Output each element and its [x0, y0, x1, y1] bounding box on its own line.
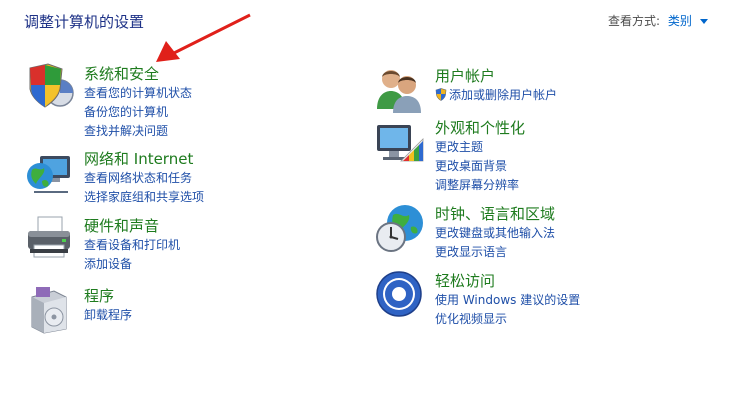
link-change-desktop-background[interactable]: 更改桌面背景: [435, 157, 519, 176]
red-annotation-arrow-icon: [156, 13, 251, 62]
shield-computer-icon: [29, 63, 74, 108]
category-hardware-sound: 硬件和声音 查看设备和打印机 添加设备: [24, 215, 324, 275]
users-icon: [377, 70, 421, 113]
category-appearance-personalization: 外观和个性化 更改主题 更改桌面背景 调整屏幕分辨率: [375, 117, 695, 193]
link-change-theme[interactable]: 更改主题: [435, 138, 519, 157]
view-by-label: 查看方式:: [608, 14, 661, 28]
link-add-device[interactable]: 添加设备: [84, 255, 180, 274]
link-optimize-video-display[interactable]: 优化视频显示: [435, 310, 580, 329]
link-add-remove-accounts[interactable]: 添加或删除用户帐户: [435, 86, 557, 105]
link-add-remove-accounts-label: 添加或删除用户帐户: [449, 88, 558, 102]
link-change-keyboard[interactable]: 更改键盘或其他输入法: [435, 224, 555, 243]
view-by-control: 查看方式: 类别: [608, 12, 708, 29]
category-title-appearance[interactable]: 外观和个性化: [435, 117, 525, 138]
category-links: 更改主题 更改桌面背景 调整屏幕分辨率: [435, 138, 519, 195]
category-links: 查看设备和打印机 添加设备: [84, 236, 180, 274]
category-programs: 程序 卸载程序: [24, 285, 324, 335]
category-clock-language-region: 时钟、语言和区域 更改键盘或其他输入法 更改显示语言: [375, 203, 695, 263]
programs-box-icon: [31, 287, 67, 334]
chevron-down-icon[interactable]: [699, 19, 708, 24]
page-title: 调整计算机的设置: [24, 13, 145, 31]
category-links: 使用 Windows 建议的设置 优化视频显示: [435, 291, 580, 329]
link-view-computer-status[interactable]: 查看您的计算机状态: [84, 84, 192, 103]
category-links: 查看您的计算机状态 备份您的计算机 查找并解决问题: [84, 84, 192, 141]
category-ease-of-access: 轻松访问 使用 Windows 建议的设置 优化视频显示: [375, 270, 695, 330]
link-uninstall-program[interactable]: 卸载程序: [84, 306, 132, 325]
category-system-security: 系统和安全 查看您的计算机状态 备份您的计算机 查找并解决问题: [24, 63, 324, 139]
category-title-network-internet[interactable]: 网络和 Internet: [84, 148, 193, 169]
category-title-user-accounts[interactable]: 用户帐户: [435, 65, 495, 86]
link-devices-printers[interactable]: 查看设备和打印机: [84, 236, 180, 255]
network-globe-icon: [27, 156, 70, 193]
link-change-display-language[interactable]: 更改显示语言: [435, 243, 555, 262]
category-title-programs[interactable]: 程序: [84, 285, 114, 306]
view-by-dropdown[interactable]: 类别: [668, 14, 692, 28]
monitor-palette-icon: [377, 125, 424, 162]
category-user-accounts: 用户帐户 添加或删除用户帐户: [375, 65, 695, 115]
category-links: 卸载程序: [84, 306, 132, 325]
clock-globe-icon: [376, 205, 423, 252]
category-title-ease-of-access[interactable]: 轻松访问: [435, 270, 495, 291]
link-troubleshoot[interactable]: 查找并解决问题: [84, 122, 192, 141]
link-backup-computer[interactable]: 备份您的计算机: [84, 103, 192, 122]
link-view-network-status[interactable]: 查看网络状态和任务: [84, 169, 204, 188]
category-title-clock-language[interactable]: 时钟、语言和区域: [435, 203, 555, 224]
link-windows-recommended-settings[interactable]: 使用 Windows 建议的设置: [435, 291, 580, 310]
link-homegroup-sharing[interactable]: 选择家庭组和共享选项: [84, 188, 204, 207]
printer-icon: [28, 216, 70, 258]
link-adjust-resolution[interactable]: 调整屏幕分辨率: [435, 176, 519, 195]
category-links: 更改键盘或其他输入法 更改显示语言: [435, 224, 555, 262]
category-links: 添加或删除用户帐户: [435, 86, 557, 105]
category-network-internet: 网络和 Internet 查看网络状态和任务 选择家庭组和共享选项: [24, 148, 324, 208]
category-links: 查看网络状态和任务 选择家庭组和共享选项: [84, 169, 204, 207]
category-title-hardware-sound[interactable]: 硬件和声音: [84, 215, 159, 236]
uac-shield-icon: [435, 88, 447, 101]
accessibility-icon: [376, 271, 422, 317]
category-title-system-security[interactable]: 系统和安全: [84, 63, 159, 84]
